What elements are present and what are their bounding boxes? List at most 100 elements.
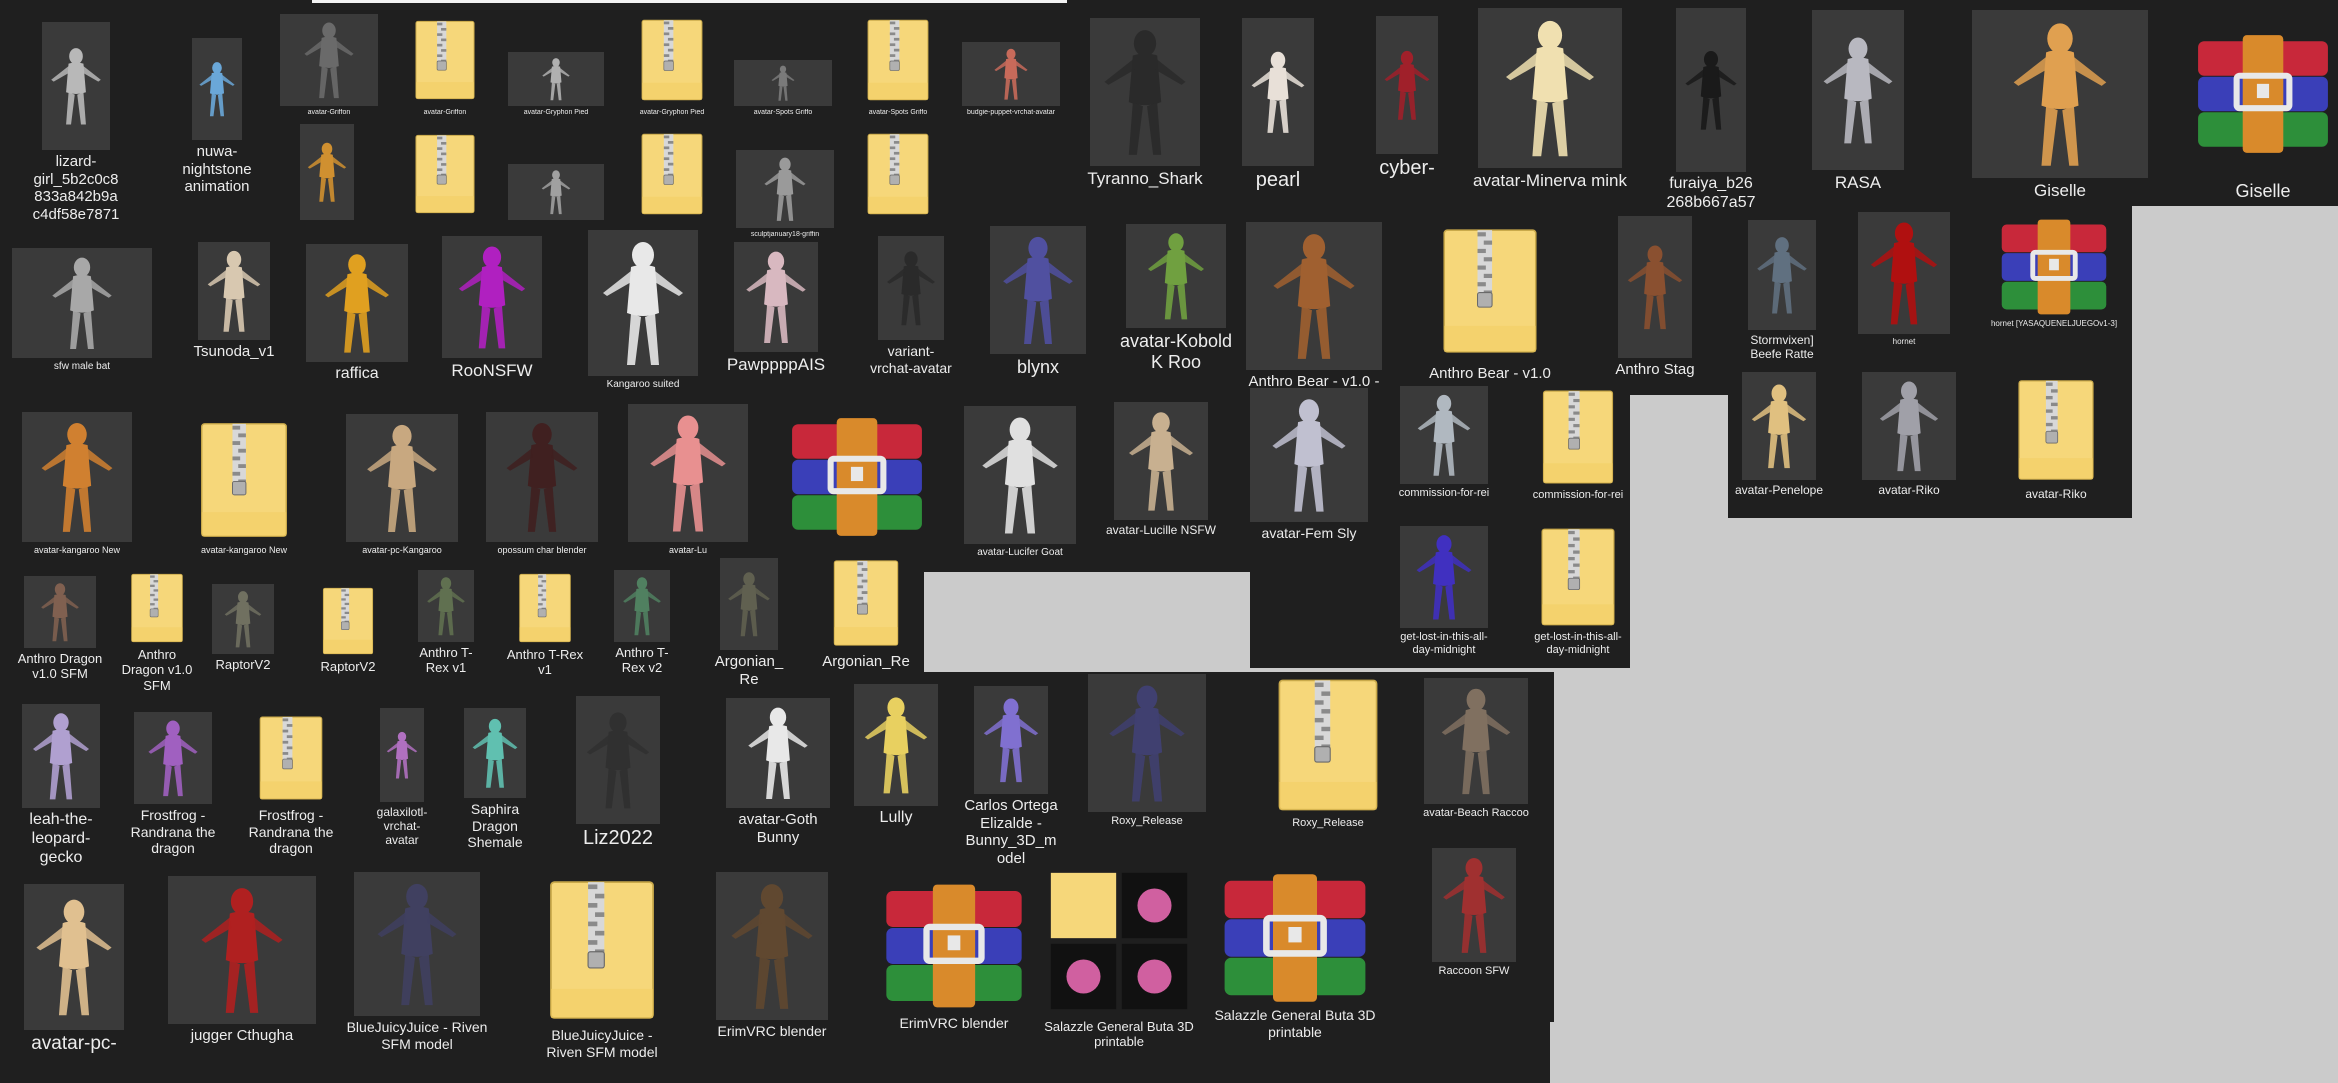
file-tile-avatar-kangaroo-new[interactable]: avatar-kangaroo New xyxy=(22,412,132,559)
file-tile-avatar-pc-kangaroo[interactable]: avatar-pc-Kangaroo xyxy=(346,414,458,559)
file-tile-anthro-t-rex-v1[interactable]: Anthro T-Rex v1 xyxy=(418,570,474,679)
file-tile-unnamed[interactable] xyxy=(508,164,604,226)
file-tile-anthro-stag[interactable]: Anthro Stag xyxy=(1615,216,1695,382)
file-tile-galaxilotl-vrchat-avatar[interactable]: galaxilotl-vrchat-avatar xyxy=(377,708,427,851)
file-tile-get-lost-in-this-all-day-midnight[interactable]: get-lost-in-this-all-day-midnight xyxy=(1400,526,1488,660)
file-tile-avatar-kangaroo-new[interactable]: avatar-kangaroo New xyxy=(196,418,292,559)
file-tile-commission-for-rei[interactable]: commission-for-rei xyxy=(1399,386,1489,503)
file-tile-anthro-t-rex-v1[interactable]: Anthro T-Rex v1 xyxy=(507,572,583,681)
file-tile-hornet-yasaqueneljuegov1-3[interactable]: hornet [YASAQUENELJUEGOv1-3] xyxy=(1853,212,1955,350)
file-tile-furaiya-b26268b667a5722ba9d5ba3fca1d18[interactable]: furaiya_b26268b667a5722ba9d5ba3fca1d18 xyxy=(1667,8,1755,216)
file-tile-lizard-girl-5b2c0c8833a842b9ac4df58e7871[interactable]: lizard-girl_5b2c0c8833a842b9ac4df58e7871… xyxy=(33,22,119,228)
file-tile-kangaroo-suited[interactable]: Kangaroo suited xyxy=(588,230,698,394)
file-tile-get-lost-in-this-all-day-midnight[interactable]: get-lost-in-this-all-day-midnight xyxy=(1534,526,1622,660)
file-tile-argonian-re[interactable]: Argonian_Re xyxy=(822,556,910,692)
model-thumbnail-icon xyxy=(192,38,242,140)
file-tile-giselle[interactable]: Giselle xyxy=(1972,10,2148,204)
file-name: Anthro T-Rex v1 xyxy=(419,645,473,676)
file-name: avatar-Riko xyxy=(1878,483,1940,497)
file-tile-salazzle-general-buta-3d-printable[interactable]: Salazzle General Buta 3D printable xyxy=(1044,866,1194,1053)
file-tile-anthro-bear-v1-0-sfm[interactable]: Anthro Bear - v1.0 - SFM xyxy=(1246,222,1382,394)
file-tile-unnamed[interactable] xyxy=(786,412,928,548)
file-tile-avatar-pc-bunny[interactable]: avatar-pc-Bunny xyxy=(24,884,124,1059)
file-tile-lully[interactable]: Lully xyxy=(854,684,938,831)
file-tile-carlos-ortega-elizalde-bunny-3d-model[interactable]: Carlos Ortega Elizalde - Bunny_3D_model xyxy=(964,686,1058,872)
file-tile-anthro-bear-v1-0-sfm[interactable]: Anthro Bear - v1.0 - SFM xyxy=(1429,220,1551,386)
model-thumbnail-icon xyxy=(198,242,270,340)
model-thumbnail-icon xyxy=(1400,386,1488,484)
file-tile-erimvrc-blender[interactable]: ErimVRC blender xyxy=(716,872,828,1043)
file-tile-avatar-spots-griffo[interactable]: avatar-Spots Griffo xyxy=(734,60,832,120)
file-tile-roonsfw[interactable]: RooNSFW xyxy=(442,236,542,384)
file-tile-avatar-lucille-nsfw[interactable]: avatar-Lucille NSFW xyxy=(1106,402,1216,540)
file-tile-frostfrog-randrana-the-dragon[interactable]: Frostfrog - Randrana the dragon xyxy=(249,712,333,860)
file-tile-avatar-griffon[interactable]: avatar-Griffon xyxy=(280,14,378,120)
model-thumbnail-icon xyxy=(280,14,378,106)
zip-folder-icon xyxy=(864,128,932,220)
model-thumbnail-icon xyxy=(508,52,604,106)
file-tile-rasa[interactable]: RASA xyxy=(1812,10,1904,196)
file-tile-roxy-release[interactable]: Roxy_Release xyxy=(1270,676,1386,833)
file-tile-bluejuicyjuice-riven-sfm-model[interactable]: BlueJuicyJuice - Riven SFM model xyxy=(544,876,660,1064)
file-tile-avatar-riko[interactable]: avatar-Riko xyxy=(2014,376,2098,504)
file-tile-avatar-goth-bunny[interactable]: avatar-Goth Bunny xyxy=(726,698,830,850)
file-tile-pawppppaisss[interactable]: PawppppAISSS xyxy=(727,242,825,378)
file-tile-hornet-yasaqueneljuegov1-3[interactable]: hornet [YASAQUENELJUEGOv1-3] xyxy=(1991,218,2117,332)
file-name: avatar-Gryphon Pied xyxy=(523,109,589,116)
file-tile-avatar-lucifer-goat[interactable]: avatar-Lucifer Goat xyxy=(964,406,1076,562)
file-tile-avatar-penelope-mou[interactable]: avatar-Penelope Mou xyxy=(1735,372,1823,500)
file-tile-erimvrc-blender[interactable]: ErimVRC blender xyxy=(880,880,1028,1035)
file-tile-unnamed[interactable] xyxy=(864,128,932,226)
file-tile-blynx[interactable]: blynx xyxy=(990,226,1086,382)
file-tile-liz2022[interactable]: Liz2022 xyxy=(576,696,660,854)
file-tile-avatar-griffon[interactable]: avatar-Griffon xyxy=(412,14,478,120)
file-tile-avatar-lu[interactable]: avatar-Lu xyxy=(628,404,748,559)
file-tile-leah-the-leopard-gecko[interactable]: leah-the-leopard-gecko xyxy=(22,704,100,872)
file-tile-nuwa-nightstone-animation-and-pose[interactable]: nuwa-nightstone animation-and-pose_ xyxy=(182,38,252,200)
file-name: sfw male bat xyxy=(53,361,111,372)
file-tile-avatar-fem-sly-nsfw[interactable]: avatar-Fem Sly NSFW xyxy=(1250,388,1368,545)
model-thumbnail-icon xyxy=(1242,18,1314,166)
file-tile-raccoon-sfw[interactable]: Raccoon SFW xyxy=(1432,848,1516,981)
file-tile-frostfrog-randrana-the-dragon[interactable]: Frostfrog - Randrana the dragon xyxy=(131,712,215,860)
file-tile-anthro-dragon-v1-0-sfm[interactable]: Anthro Dragon v1.0 SFM xyxy=(18,576,102,701)
file-tile-tyranno-shark[interactable]: Tyranno_Shark xyxy=(1087,18,1203,192)
file-tile-roxy-release[interactable]: Roxy_Release xyxy=(1088,674,1206,831)
file-tile-tsunoda-v1[interactable]: Tsunoda_v1 xyxy=(194,242,274,364)
file-tile-raptorv2[interactable]: RaptorV2 xyxy=(212,584,274,676)
model-thumbnail-icon xyxy=(1862,372,1956,480)
top-highlight-line xyxy=(312,0,1067,3)
zip-folder-icon xyxy=(544,876,660,1024)
file-tile-avatar-beach-raccoo[interactable]: avatar-Beach Raccoo xyxy=(1423,678,1529,823)
file-tile-anthro-dragon-v1-0-sfm[interactable]: Anthro Dragon v1.0 SFM xyxy=(122,572,192,697)
file-tile-unnamed[interactable] xyxy=(638,128,706,226)
file-tile-budgie-puppet-vrchat-avatar[interactable]: budgie-puppet-vrchat-avatar xyxy=(962,42,1060,120)
file-tile-unnamed[interactable] xyxy=(300,124,354,242)
file-tile-pearl-bunny[interactable]: pearl Bunny xyxy=(1242,18,1314,196)
file-tile-avatar-kobold-k-roo[interactable]: avatar-Kobold K Roo xyxy=(1120,224,1232,377)
file-tile-giselle[interactable]: Giselle xyxy=(2192,10,2334,206)
file-tile-avatar-gryphon-pied[interactable]: avatar-Gryphon Pied xyxy=(508,52,604,120)
file-tile-jugger-cthugha[interactable]: jugger Cthugha xyxy=(168,876,316,1048)
file-tile-sculptjanuary18-griffin[interactable]: sculptjanuary18-griffin xyxy=(736,150,834,242)
file-tile-avatar-spots-griffo[interactable]: avatar-Spots Griffo xyxy=(864,14,932,120)
file-tile-avatar-riko[interactable]: avatar-Riko xyxy=(1862,372,1956,500)
file-tile-saphira-dragon-shemale[interactable]: Saphira Dragon Shemale xyxy=(464,708,526,854)
file-tile-variant-vrchat-avatar[interactable]: variant-vrchat-avatar xyxy=(870,236,952,380)
file-tile-salazzle-general-buta-3d-printable[interactable]: Salazzle General Buta 3D printable xyxy=(1214,872,1376,1044)
file-tile-cyber-bunny[interactable]: cyber-bunny xyxy=(1376,16,1438,184)
file-tile-argonian-re[interactable]: Argonian_Re xyxy=(715,558,783,692)
file-tile-stormvixen-beefe-ratte[interactable]: Stormvixen] Beefe Ratte xyxy=(1748,220,1816,365)
file-tile-avatar-gryphon-pied[interactable]: avatar-Gryphon Pied xyxy=(638,14,706,120)
file-tile-sfw-male-bat[interactable]: sfw male bat xyxy=(12,248,152,376)
file-tile-raffica[interactable]: raffica xyxy=(306,244,408,387)
file-tile-anthro-t-rex-v2[interactable]: Anthro T-Rex v2 xyxy=(614,570,670,679)
file-tile-bluejuicyjuice-riven-sfm-model[interactable]: BlueJuicyJuice - Riven SFM model xyxy=(347,872,487,1056)
model-thumbnail-icon xyxy=(1126,224,1226,328)
file-tile-opossum-char-blender[interactable]: opossum char blender xyxy=(486,412,598,559)
file-tile-raptorv2[interactable]: RaptorV2 xyxy=(318,586,378,678)
file-tile-commission-for-rei[interactable]: commission-for-rei xyxy=(1533,388,1623,505)
file-tile-unnamed[interactable] xyxy=(412,128,478,226)
file-tile-avatar-minerva-mink[interactable]: avatar-Minerva mink xyxy=(1473,8,1627,194)
file-name: avatar-Spots Griffo xyxy=(868,109,928,116)
